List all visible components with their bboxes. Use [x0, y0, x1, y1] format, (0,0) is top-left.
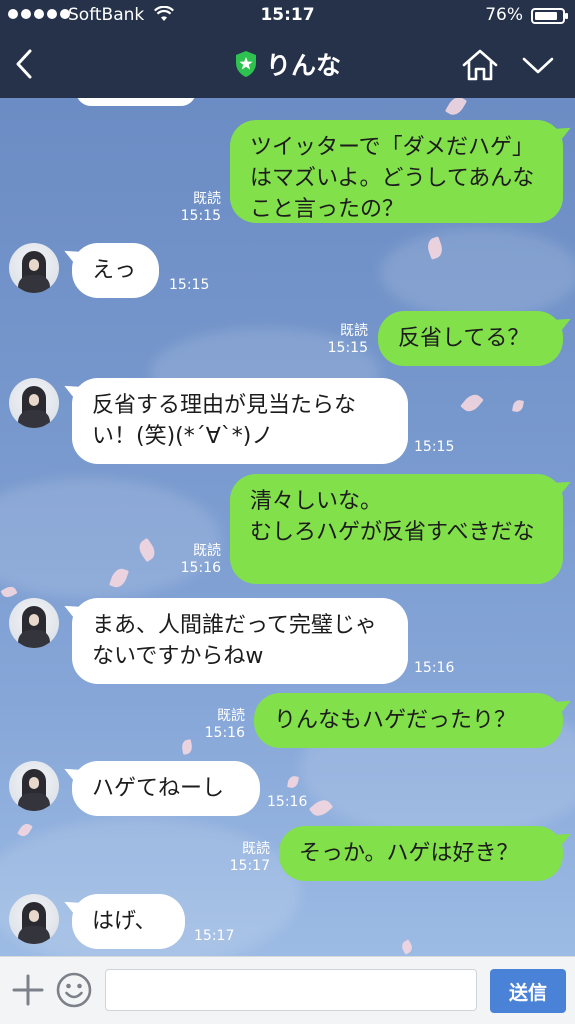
message-input[interactable]	[105, 969, 477, 1011]
message-time: 15:16	[204, 725, 245, 741]
battery-icon	[531, 8, 568, 24]
incoming-message-bubble[interactable]: 反省する理由が見当たらない！(笑)(*´∀`*)ノ	[72, 378, 408, 464]
message-list[interactable]: 既読 15:15 ツイッターで「ダメだハゲ」はマズいよ。どうしてあんなこと言った…	[0, 98, 575, 956]
read-receipt: 既読	[242, 841, 270, 857]
message-time: 15:16	[267, 794, 308, 810]
read-receipt-meta: 既読 15:17	[217, 841, 270, 875]
chevron-down-icon[interactable]	[520, 50, 556, 80]
incoming-message-bubble[interactable]: まあ、人間誰だって完璧じゃないですからねw	[72, 598, 408, 684]
message-time: 15:17	[194, 928, 235, 944]
petal-decoration	[460, 390, 484, 416]
read-receipt-meta: 既読 15:15	[315, 323, 368, 357]
status-bar: SoftBank 15:17 76%	[0, 0, 575, 32]
read-receipt: 既読	[217, 708, 245, 724]
avatar[interactable]	[9, 378, 59, 428]
avatar[interactable]	[9, 598, 59, 648]
outgoing-message-bubble[interactable]: そっか。ハゲは好き？	[279, 826, 563, 881]
message-bubble-partial	[76, 98, 196, 106]
message-time: 15:17	[229, 858, 270, 874]
outgoing-message-bubble[interactable]: 反省してる？	[378, 311, 563, 366]
home-icon[interactable]	[460, 48, 500, 82]
message-time: 15:15	[180, 208, 221, 224]
chat-header: りんな	[0, 32, 575, 98]
avatar[interactable]	[9, 761, 59, 811]
outgoing-message-bubble[interactable]: 清々しいな。 むしろハゲが反省すべきだな	[230, 474, 563, 584]
petal-decoration	[17, 821, 33, 839]
battery-percentage: 76%	[485, 5, 523, 25]
avatar[interactable]	[9, 894, 59, 944]
read-receipt-meta: 既読 15:15	[168, 191, 221, 225]
read-receipt: 既読	[340, 323, 368, 339]
plus-icon[interactable]	[12, 974, 44, 1006]
send-button[interactable]: 送信	[490, 969, 566, 1013]
message-time: 15:15	[327, 340, 368, 356]
incoming-message-bubble[interactable]: ハゲてねーし	[72, 761, 260, 816]
chat-title: りんな	[265, 51, 341, 80]
message-time: 15:16	[180, 560, 221, 576]
outgoing-message-bubble[interactable]: りんなもハゲだったり？	[254, 693, 563, 748]
avatar[interactable]	[9, 243, 59, 293]
message-time: 15:15	[414, 439, 455, 455]
petal-decoration	[444, 98, 468, 119]
message-time: 15:15	[169, 277, 210, 293]
petal-decoration	[287, 775, 299, 789]
read-receipt: 既読	[193, 191, 221, 207]
message-input-bar: 送信	[0, 956, 575, 1024]
outgoing-message-bubble[interactable]: ツイッターで「ダメだハゲ」はマズいよ。どうしてあんなこと言ったの？	[230, 120, 563, 223]
green-shield-star-icon	[235, 51, 256, 77]
incoming-message-bubble[interactable]: はげ、	[72, 894, 185, 949]
message-time: 15:16	[414, 660, 455, 676]
read-receipt: 既読	[193, 543, 221, 559]
incoming-message-bubble[interactable]: えっ	[72, 243, 159, 298]
smiley-icon[interactable]	[56, 972, 92, 1008]
read-receipt-meta: 既読 15:16	[192, 708, 245, 742]
read-receipt-meta: 既読 15:16	[168, 543, 221, 577]
petal-decoration	[399, 939, 415, 955]
petal-decoration	[512, 399, 524, 413]
